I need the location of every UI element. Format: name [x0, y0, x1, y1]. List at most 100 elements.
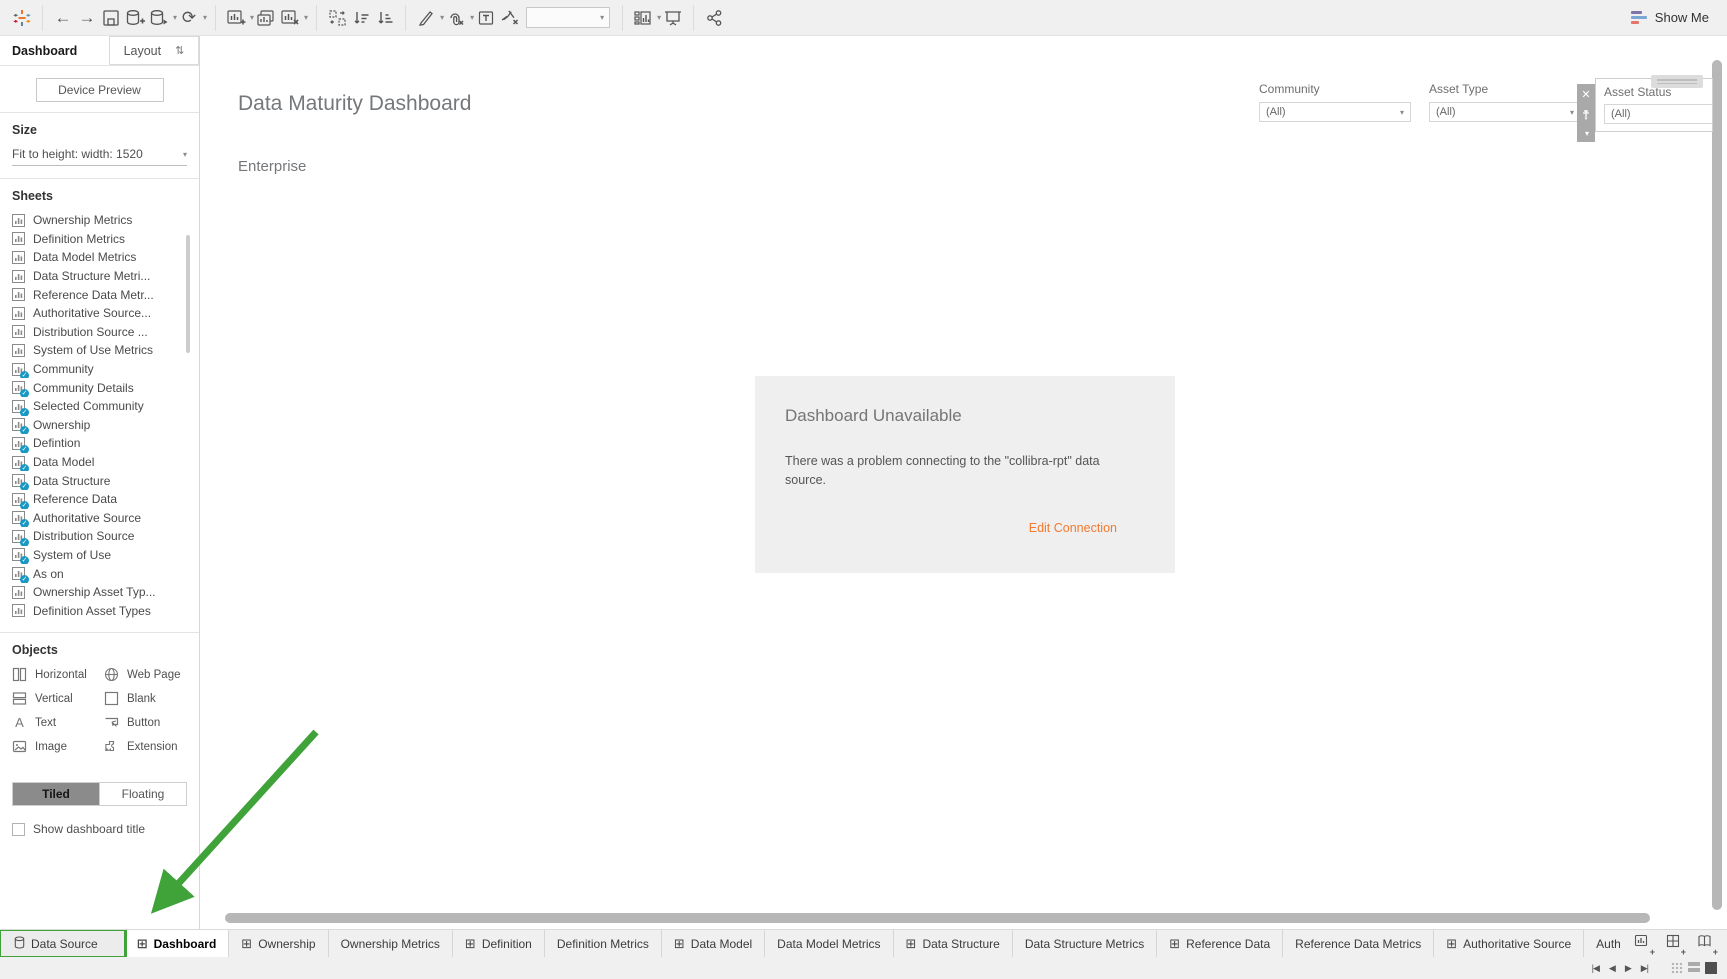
sheet-list-item[interactable]: ✓ Distribution Source ... — [12, 323, 193, 342]
sheet-tab[interactable]: ⊞ Data Model — [662, 930, 765, 957]
first-sheet-icon[interactable]: |◀ — [1592, 963, 1599, 974]
next-sheet-icon[interactable]: ▶ — [1625, 963, 1631, 974]
horizontal-scrollbar[interactable] — [225, 913, 1650, 923]
sheet-tab[interactable]: ⊞ Reference Data — [1157, 930, 1283, 957]
redo-icon[interactable]: → — [75, 5, 99, 31]
sheet-tab[interactable]: ⊞ Definition Metrics — [545, 930, 662, 957]
show-me-button[interactable]: Show Me — [1631, 10, 1709, 25]
size-dropdown[interactable]: Fit to height: width: 1520 ▾ — [12, 147, 187, 166]
tiled-button[interactable]: Tiled — [13, 783, 99, 805]
new-data-source-icon[interactable] — [123, 5, 147, 31]
worksheet-icon: ✓ — [12, 363, 25, 376]
sheet-tab[interactable]: ⊞ Authorit — [1584, 930, 1620, 957]
sheet-list-item[interactable]: ✓ Reference Data — [12, 490, 193, 509]
last-sheet-icon[interactable]: ▶| — [1641, 963, 1648, 974]
sheet-list-item[interactable]: ✓ Ownership — [12, 416, 193, 435]
sort-descending-icon[interactable] — [373, 5, 397, 31]
sheet-list-item[interactable]: ✓ Selected Community — [12, 397, 193, 416]
tab-layout[interactable]: Layout ⇅ — [109, 36, 199, 65]
duplicate-sheet-icon[interactable] — [254, 5, 278, 31]
sheet-tab[interactable]: ⊞ Authoritative Source — [1434, 930, 1584, 957]
clear-sheet-icon[interactable] — [278, 5, 302, 31]
sheet-list-item[interactable]: ✓ Data Model Metrics — [12, 248, 193, 267]
sheet-tab[interactable]: ⊞ Definition — [453, 930, 545, 957]
sheet-list-item[interactable]: ✓ Ownership Asset Typ... — [12, 583, 193, 602]
sheet-list-item[interactable]: ✓ Authoritative Source — [12, 509, 193, 528]
filter-more-options-icon[interactable]: ▾ — [1585, 129, 1589, 138]
show-filmstrip-view-icon[interactable] — [1688, 962, 1700, 974]
sheet-tab[interactable]: ⊞ Data Structure Metrics — [1013, 930, 1157, 957]
sort-ascending-icon[interactable] — [349, 5, 373, 31]
sheet-list-item[interactable]: ✓ Definition Asset Types — [12, 601, 193, 620]
sheet-list-item[interactable]: ✓ Community Details — [12, 378, 193, 397]
sheet-list-item[interactable]: ✓ System of Use — [12, 546, 193, 565]
sheet-list-item[interactable]: ✓ Distribution Source — [12, 527, 193, 546]
sheet-list-item[interactable]: ✓ Data Structure Metri... — [12, 267, 193, 286]
share-icon[interactable] — [702, 5, 726, 31]
object-button[interactable]: Button — [104, 715, 188, 730]
new-worksheet-icon[interactable] — [224, 5, 248, 31]
show-mark-labels-icon[interactable] — [474, 5, 498, 31]
show-dashboard-title-checkbox[interactable] — [12, 823, 25, 836]
sheet-list-item[interactable]: ✓ Data Model — [12, 453, 193, 472]
svg-text:A: A — [15, 715, 24, 730]
object-extension[interactable]: Extension — [104, 739, 188, 754]
previous-sheet-icon[interactable]: ◀ — [1609, 963, 1615, 974]
object-text[interactable]: A Text — [12, 715, 104, 730]
remove-filter-icon[interactable]: ✕ — [1581, 88, 1590, 101]
pause-auto-updates-icon[interactable] — [147, 5, 171, 31]
run-update-icon[interactable]: ⟳ — [177, 5, 201, 31]
vertical-scrollbar[interactable] — [1712, 60, 1722, 910]
group-members-icon[interactable] — [444, 5, 468, 31]
show-sheet-view-icon[interactable] — [1705, 962, 1717, 974]
object-vertical[interactable]: Vertical — [12, 691, 104, 706]
filter-value: (All) — [1436, 106, 1456, 118]
sheet-list-scrollbar[interactable] — [186, 235, 190, 353]
highlight-icon[interactable] — [414, 5, 438, 31]
sheet-list-item[interactable]: ✓ System of Use Metrics — [12, 341, 193, 360]
object-horizontal[interactable]: Horizontal — [12, 667, 104, 682]
sheet-tab[interactable]: ⊞ Reference Data Metrics — [1283, 930, 1434, 957]
sheet-tab[interactable]: ⊞ Ownership Metrics — [329, 930, 453, 957]
fix-axes-icon[interactable] — [498, 5, 522, 31]
sheet-tab[interactable]: ⊞ Dashboard — [125, 930, 230, 957]
object-blank[interactable]: Blank — [104, 691, 188, 706]
clear-sheet-caret[interactable]: ▾ — [304, 13, 308, 22]
sheet-tab[interactable]: ⊞ Data Model Metrics — [765, 930, 893, 957]
floating-button[interactable]: Floating — [99, 783, 186, 805]
sheet-list-item[interactable]: ✓ Community — [12, 360, 193, 379]
tab-dashboard[interactable]: Dashboard — [0, 36, 109, 65]
save-icon[interactable] — [99, 5, 123, 31]
pin-icon[interactable] — [1581, 109, 1591, 121]
filter-asset-type-dropdown[interactable]: (All) ▾ — [1429, 102, 1581, 122]
swap-rows-columns-icon[interactable] — [325, 5, 349, 31]
show-hide-cards-icon[interactable] — [631, 5, 655, 31]
edit-connection-link[interactable]: Edit Connection — [1029, 521, 1117, 535]
undo-icon[interactable]: ← — [51, 5, 75, 31]
new-worksheet-tab-icon[interactable]: + — [1634, 934, 1650, 954]
device-preview-button[interactable]: Device Preview — [36, 78, 164, 102]
presentation-mode-icon[interactable] — [661, 5, 685, 31]
sheet-list-item[interactable]: ✓ Data Structure — [12, 471, 193, 490]
sheet-tab[interactable]: ⊞ Data Source — [0, 930, 125, 957]
sheet-list-item[interactable]: ✓ Definition Metrics — [12, 230, 193, 249]
show-dashboard-title-row[interactable]: Show dashboard title — [12, 822, 187, 836]
filter-community-dropdown[interactable]: (All) ▾ — [1259, 102, 1411, 122]
filter-asset-status-dropdown[interactable]: (All) — [1604, 104, 1713, 124]
pane-swap-icon[interactable]: ⇅ — [175, 44, 184, 57]
sheet-list-item[interactable]: ✓ As on — [12, 564, 193, 583]
run-update-caret[interactable]: ▾ — [203, 13, 207, 22]
sheet-list-item[interactable]: ✓ Reference Data Metr... — [12, 285, 193, 304]
object-image[interactable]: Image — [12, 739, 104, 754]
filter-drag-handle[interactable] — [1651, 75, 1703, 88]
new-story-tab-icon[interactable]: + — [1697, 934, 1713, 954]
sheet-list-item[interactable]: ✓ Ownership Metrics — [12, 211, 193, 230]
sheet-tab[interactable]: ⊞ Data Structure — [894, 930, 1013, 957]
fit-selector[interactable]: ▾ — [526, 7, 610, 28]
sheet-tab[interactable]: ⊞ Ownership — [229, 930, 328, 957]
object-web-page[interactable]: Web Page — [104, 667, 188, 682]
sheet-list-item[interactable]: ✓ Authoritative Source... — [12, 304, 193, 323]
new-dashboard-tab-icon[interactable]: + — [1666, 934, 1681, 954]
sheet-list-item[interactable]: ✓ Defintion — [12, 434, 193, 453]
show-tabs-view-icon[interactable] — [1671, 962, 1683, 974]
